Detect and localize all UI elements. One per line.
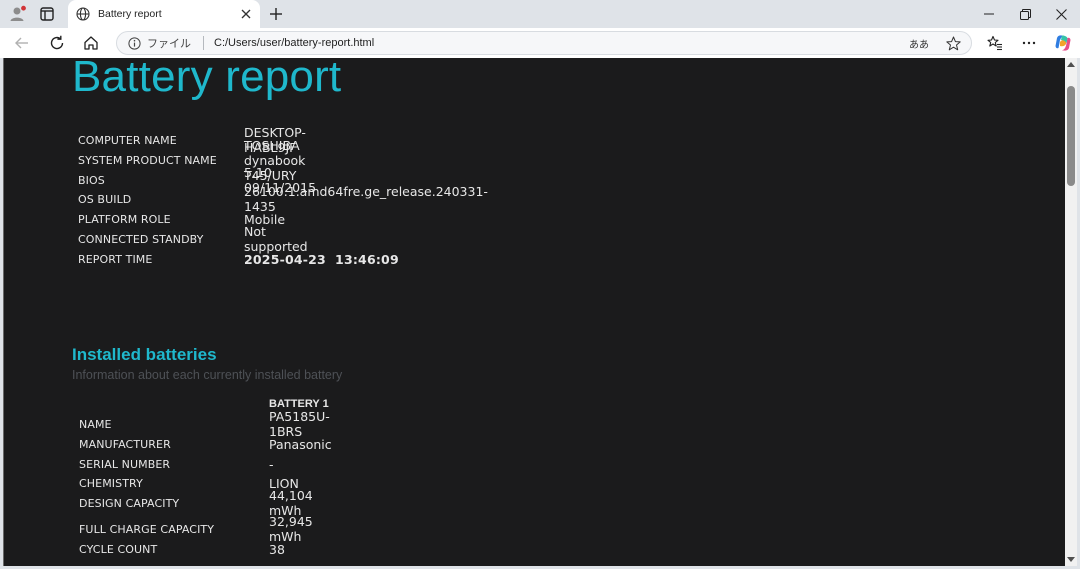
battery-info-row: CYCLE COUNT 38 <box>79 540 285 558</box>
battery-info-value: - <box>269 456 274 472</box>
system-info-row: SYSTEM PRODUCT NAME TOSHIBA dynabook T45/… <box>78 138 305 183</box>
system-info-row: CONNECTED STANDBY Not supported <box>78 224 308 254</box>
browser-toolbar: ファイル C:/Users/user/battery-report.html あ… <box>0 28 1080 58</box>
favorites-icon <box>987 35 1002 51</box>
new-tab-button[interactable] <box>265 4 287 24</box>
battery-info-label: NAME <box>79 417 112 431</box>
system-info-label: BIOS <box>78 173 105 187</box>
profile-button[interactable] <box>6 4 30 24</box>
system-info-label: OS BUILD <box>78 192 132 206</box>
scrollbar-thumb[interactable] <box>1067 86 1075 186</box>
back-button[interactable] <box>10 31 34 55</box>
battery-info-row: NAME PA5185U-1BRS <box>79 409 330 439</box>
reload-icon <box>50 35 64 50</box>
restore-button[interactable] <box>1006 0 1044 28</box>
info-icon[interactable] <box>127 36 141 50</box>
arrow-left-icon <box>15 37 28 49</box>
installed-batteries-subtitle: Information about each currently install… <box>72 368 343 382</box>
close-icon <box>1055 8 1067 20</box>
scroll-up-arrow-icon[interactable] <box>1067 62 1075 67</box>
battery-info-label: CHEMISTRY <box>79 476 143 490</box>
profile-icon <box>10 5 26 21</box>
system-info-row: BIOS 5.10 09/11/2015 <box>78 165 316 195</box>
battery-info-row: DESIGN CAPACITY 44,104 mWh <box>79 488 313 518</box>
address-bar[interactable]: ファイル C:/Users/user/battery-report.html あ… <box>116 31 972 55</box>
globe-icon <box>76 7 90 21</box>
address-scheme-label: ファイル <box>147 38 191 50</box>
battery-info-label: CYCLE COUNT <box>79 542 158 556</box>
system-info-label: CONNECTED STANDBY <box>78 232 204 246</box>
system-info-value: Not supported <box>244 224 308 254</box>
tab-actions-icon <box>40 7 54 21</box>
battery-info-value: 38 <box>269 541 285 557</box>
battery-info-label: FULL CHARGE CAPACITY <box>79 522 215 536</box>
tab-actions-button[interactable] <box>35 4 59 24</box>
system-info-row: PLATFORM ROLE Mobile <box>78 210 285 228</box>
vertical-scrollbar[interactable] <box>1065 58 1077 566</box>
battery-info-value: Panasonic <box>269 436 332 452</box>
tab-title: Battery report <box>98 8 162 20</box>
system-info-row: COMPUTER NAME DESKTOP-HABL9JF <box>78 125 306 155</box>
reload-button[interactable] <box>45 31 69 55</box>
settings-more-button[interactable] <box>1018 32 1040 54</box>
copilot-icon <box>1055 35 1071 51</box>
more-dots-icon <box>1022 41 1036 45</box>
system-info-label: REPORT TIME <box>78 252 153 266</box>
installed-batteries-heading: Installed batteries <box>72 345 217 364</box>
system-info-label: PLATFORM ROLE <box>78 212 171 226</box>
address-url[interactable]: C:/Users/user/battery-report.html <box>214 37 909 49</box>
close-window-button[interactable] <box>1042 0 1080 28</box>
system-info-value: 2025-04-23 13:46:09 <box>244 251 399 267</box>
system-info-label: SYSTEM PRODUCT NAME <box>78 153 217 167</box>
battery-info-row: FULL CHARGE CAPACITY 32,945 mWh <box>79 514 313 544</box>
minimize-button[interactable] <box>970 0 1008 28</box>
report-title: Battery report <box>72 58 342 101</box>
system-info-value: 26100.1.amd64fre.ge_release.240331-1435 <box>244 184 488 214</box>
address-separator <box>203 36 204 50</box>
battery-info-row: MANUFACTURER Panasonic <box>79 435 332 453</box>
system-info-row: OS BUILD 26100.1.amd64fre.ge_release.2403… <box>78 184 488 214</box>
close-tab-icon[interactable] <box>238 6 254 22</box>
read-aloud-button[interactable]: ああ <box>909 36 929 51</box>
tab-battery-report[interactable]: Battery report <box>68 0 260 28</box>
battery-info-row: SERIAL NUMBER - <box>79 455 274 473</box>
tab-strip: Battery report <box>0 0 1080 28</box>
battery-info-value: PA5185U-1BRS <box>269 409 330 439</box>
favorites-button[interactable] <box>984 32 1006 54</box>
battery-info-row: CHEMISTRY LION <box>79 474 299 492</box>
star-icon[interactable] <box>945 35 961 51</box>
battery-info-label: MANUFACTURER <box>79 437 171 451</box>
restore-icon <box>1019 8 1031 20</box>
battery-info-label: SERIAL NUMBER <box>79 457 171 471</box>
copilot-button[interactable] <box>1052 32 1074 54</box>
plus-icon <box>270 8 282 20</box>
battery-info-value: 32,945 mWh <box>269 514 313 544</box>
minimize-icon <box>984 13 994 15</box>
battery-info-label: DESIGN CAPACITY <box>79 496 180 510</box>
system-info-label: COMPUTER NAME <box>78 133 177 147</box>
system-info-row: REPORT TIME 2025-04-23 13:46:09 <box>78 250 399 268</box>
page-content: Battery report COMPUTER NAME DESKTOP-HABL… <box>3 58 1065 566</box>
scroll-down-arrow-icon[interactable] <box>1067 557 1075 562</box>
home-button[interactable] <box>79 31 103 55</box>
home-icon <box>84 36 98 50</box>
